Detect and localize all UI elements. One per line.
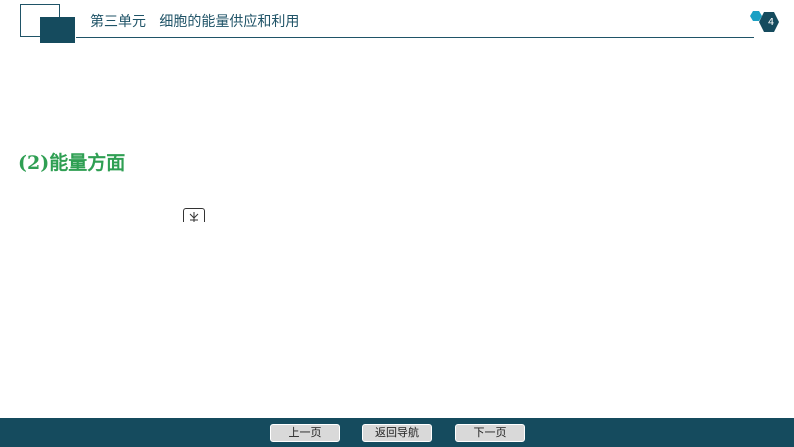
header-divider — [76, 37, 754, 38]
next-page-button[interactable]: 下一页 — [455, 424, 525, 442]
page-number-badge: 4 — [744, 7, 784, 39]
media-play-button[interactable] — [183, 208, 205, 222]
prev-page-button[interactable]: 上一页 — [270, 424, 340, 442]
footer-nav-bar: 上一页 返回导航 下一页 — [0, 418, 794, 447]
back-to-nav-button[interactable]: 返回导航 — [362, 424, 432, 442]
header-solid-square — [40, 17, 75, 43]
chapter-title: 细胞的能量供应和利用 — [159, 14, 300, 30]
page-number: 4 — [767, 17, 775, 28]
section-heading: (2)能量方面 — [18, 152, 126, 174]
play-media-icon — [189, 212, 199, 222]
header-title: 第三单元 细胞的能量供应和利用 — [90, 12, 299, 32]
unit-label: 第三单元 — [90, 14, 146, 30]
